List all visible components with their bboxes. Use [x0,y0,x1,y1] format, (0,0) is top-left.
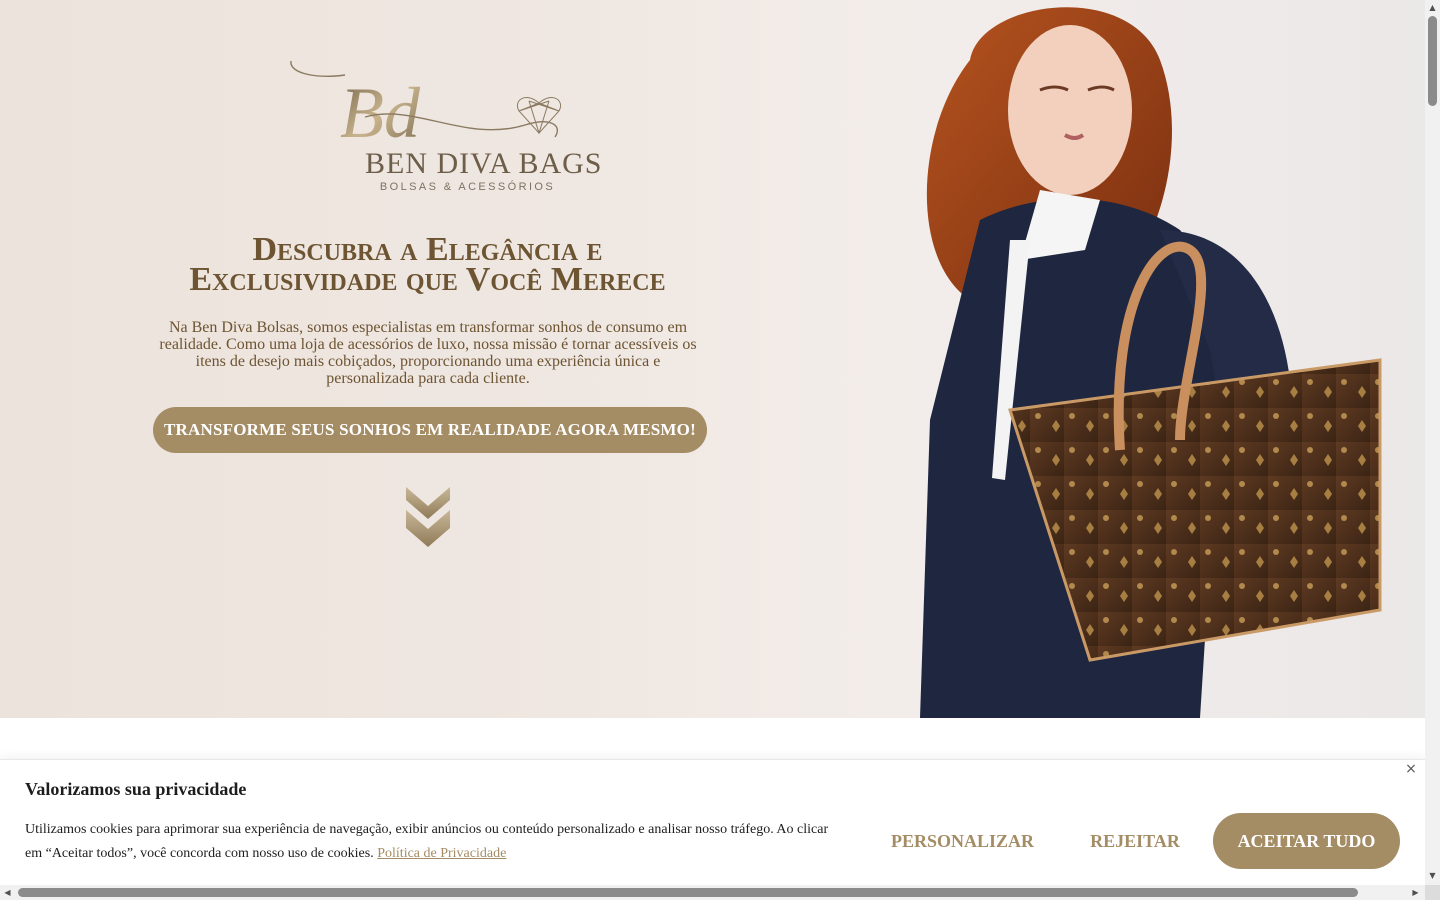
cookie-banner-text: Utilizamos cookies para aprimorar sua ex… [25,818,845,866]
scroll-left-arrow-icon[interactable]: ◀ [0,885,15,900]
logo-monogram: Bd [340,73,421,153]
horizontal-scrollbar[interactable]: ◀ ▶ [0,885,1425,900]
scroll-right-arrow-icon[interactable]: ▶ [1408,885,1423,900]
hero-headline: Descubra a Elegância e Exclusividade que… [140,233,715,298]
vertical-scrollbar[interactable]: ▲ ▼ [1425,0,1440,885]
hero-intro-text: Na Ben Diva Bolsas, somos especialistas … [159,319,697,387]
hero-cta-button[interactable]: TRANSFORME SEUS SONHOS EM REALIDADE AGOR… [153,407,707,453]
brand-logo[interactable]: Bd BEN DIVA BAGS BOLSAS & ACESSÓRIOS [285,55,603,200]
hero-section: Bd BEN DIVA BAGS BOLSAS & ACESSÓRIOS Des… [0,0,1425,718]
cookie-banner-title: Valorizamos sua privacidade [25,779,247,799]
hero-model-photo [860,0,1425,718]
privacy-policy-link[interactable]: Política de Privacidade [377,846,506,861]
reject-cookies-button[interactable]: REJEITAR [1080,813,1190,869]
hero-headline-line2: Exclusividade que Você Merece [189,261,666,298]
scroll-down-arrow-icon[interactable]: ▼ [1425,868,1440,883]
customize-cookies-button[interactable]: PERSONALIZAR [880,813,1045,869]
vertical-scrollbar-thumb[interactable] [1428,16,1437,106]
logo-tagline: BOLSAS & ACESSÓRIOS [379,181,556,193]
close-icon[interactable]: × [1403,761,1419,777]
logo-brand-name: BEN DIVA BAGS [365,147,603,180]
horizontal-scrollbar-thumb[interactable] [18,888,1358,897]
cookie-consent-banner: Valorizamos sua privacidade Utilizamos c… [0,759,1425,887]
scroll-up-arrow-icon[interactable]: ▲ [1425,0,1440,15]
accept-all-cookies-button[interactable]: ACEITAR TUDO [1213,813,1400,869]
hero-content: Bd BEN DIVA BAGS BOLSAS & ACESSÓRIOS Des… [0,0,860,718]
double-chevron-down-icon[interactable] [405,486,451,548]
scrollbar-corner [1425,885,1440,900]
